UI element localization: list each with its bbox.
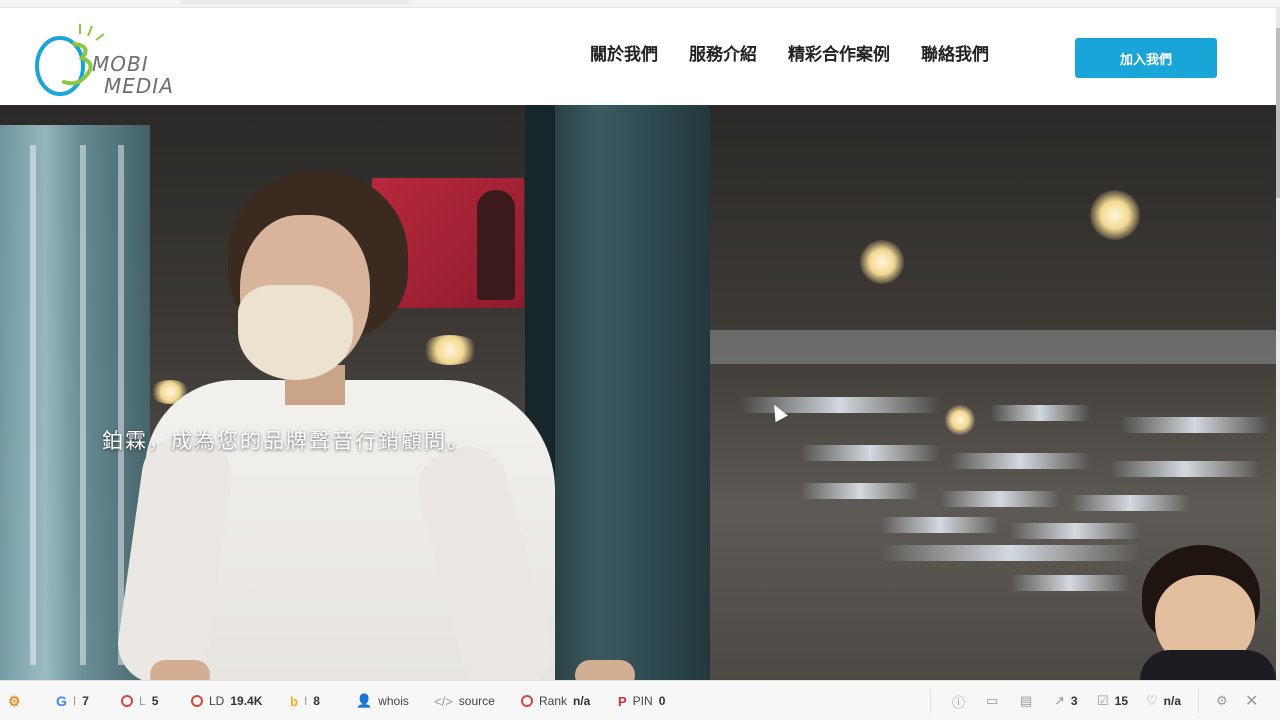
rank-icon — [521, 695, 533, 707]
nav-contact[interactable]: 聯絡我們 — [921, 44, 989, 66]
seoquake-icon[interactable]: ⚙ — [8, 681, 21, 720]
logo-text-media: MEDIA — [104, 74, 174, 98]
hero-tagline: 鉑霖，成為您的品牌聲音行銷顧問。 — [102, 429, 470, 453]
tab-hint — [180, 0, 410, 4]
whois-item[interactable]: 👤 whois — [356, 681, 409, 720]
whois-icon: 👤 — [356, 693, 373, 708]
bing-icon: b — [290, 693, 298, 709]
internal-links-item[interactable]: ☑ 15 — [1097, 681, 1128, 720]
pin-item[interactable]: P PIN 0 — [618, 681, 665, 720]
seo-toolbar: ⚙ G I7 L5 LD 19.4K b I8 👤 whois </> sourc… — [0, 680, 1280, 720]
external-link-icon: ↗ — [1054, 693, 1065, 708]
source-item[interactable]: </> source — [434, 681, 495, 720]
ld-item[interactable]: LD 19.4K — [191, 681, 262, 720]
internal-link-icon: ☑ — [1097, 693, 1109, 708]
source-icon: </> — [434, 693, 453, 709]
browser-top-strip — [0, 0, 1280, 8]
mobi-media-logo[interactable]: MOBI MEDIA — [34, 22, 194, 98]
page-icon[interactable]: ▤ — [1020, 681, 1032, 720]
nav-cases[interactable]: 精彩合作案例 — [788, 44, 890, 66]
face-mask — [238, 285, 353, 380]
info-icon[interactable]: ⓘ — [952, 681, 965, 720]
density-icon: ♡ — [1146, 693, 1158, 708]
nav-about[interactable]: 關於我們 — [590, 44, 658, 66]
external-links-item[interactable]: ↗ 3 — [1054, 681, 1078, 720]
settings-icon[interactable]: ⚙ — [1216, 681, 1228, 720]
links-item[interactable]: L5 — [121, 681, 158, 720]
join-us-button[interactable]: 加入我們 — [1075, 38, 1217, 78]
pinterest-icon: P — [618, 693, 627, 709]
rank-item[interactable]: Rank n/a — [521, 681, 590, 720]
page-scrollbar[interactable] — [1276, 8, 1280, 680]
google-index-item[interactable]: G I7 — [56, 681, 89, 720]
main-nav: 關於我們 服務介紹 精彩合作案例 聯絡我們 — [590, 44, 989, 66]
scrollbar-thumb[interactable] — [1276, 28, 1280, 198]
hero-image-left — [0, 105, 710, 680]
nav-services[interactable]: 服務介紹 — [689, 44, 757, 66]
site-header: MOBI MEDIA 關於我們 服務介紹 精彩合作案例 聯絡我們 加入我們 — [0, 8, 1276, 105]
link-icon — [121, 695, 133, 707]
google-icon: G — [56, 693, 67, 709]
density-item[interactable]: ♡ n/a — [1146, 681, 1181, 720]
close-icon[interactable]: ✕ — [1245, 681, 1258, 720]
bing-index-item[interactable]: b I8 — [290, 681, 320, 720]
ld-icon — [191, 695, 203, 707]
hero-banner: 鉑霖，成為您的品牌聲音行銷顧問。 — [0, 105, 1276, 680]
display-icon[interactable]: ▭ — [986, 681, 998, 720]
logo-text-mobi: MOBI — [92, 52, 149, 76]
